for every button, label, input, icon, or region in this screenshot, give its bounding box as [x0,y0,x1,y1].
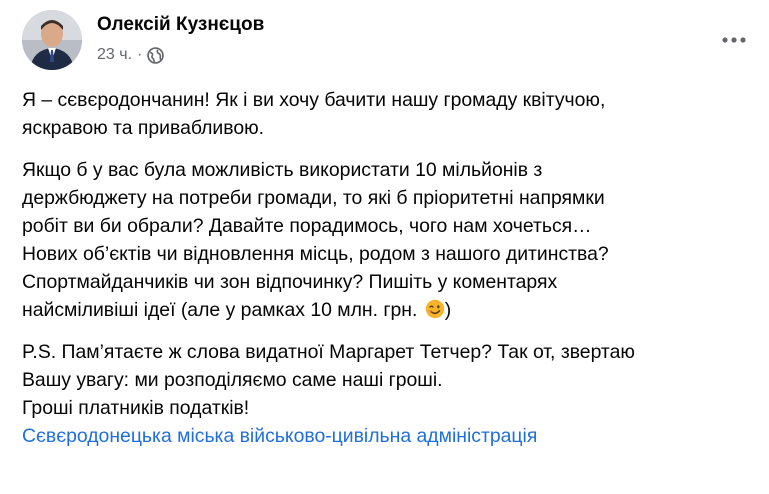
author-name[interactable]: Олексій Кузнєцов [97,14,264,36]
paragraph-2: Якщо б у вас була можливість використати… [22,156,757,324]
post-header: Олексій Кузнєцов 23 ч. · [22,10,752,76]
avatar-photo [22,10,82,70]
text-line: Спортмайданчиків чи зон відпочинку? Пиші… [22,271,558,293]
post-body: Я – сєвєродончанин! Як і ви хочу бачити … [22,86,757,450]
post-meta: 23 ч. · [97,46,165,64]
post-timestamp[interactable]: 23 ч. [97,46,132,64]
text-line: Вашу увагу: ми розподіляємо саме наші гр… [22,369,443,391]
text-segment: ) [444,299,452,321]
text-line: Я – сєвєродончанин! Як і ви хочу бачити … [22,89,606,111]
paragraph-1: Я – сєвєродончанин! Як і ви хочу бачити … [22,86,757,142]
text-line: робіт ви би обрали? Давайте порадимось, … [22,215,592,237]
text-line: Якщо б у вас була можливість використати… [22,159,543,181]
text-line: держбюджету на потреби громади, то які б… [22,187,605,209]
administration-page-link[interactable]: Сєвєродонецька міська військово-цивільна… [22,422,757,450]
globe-icon[interactable] [147,46,165,64]
text-line: Нових об’єктів чи відновлення місць, род… [22,243,609,265]
more-options-icon[interactable] [716,28,752,52]
author-avatar[interactable] [22,10,82,70]
facebook-post: Олексій Кузнєцов 23 ч. · Я – сєвєродонча… [0,0,769,494]
text-line: яскравою та привабливою. [22,117,265,139]
winking-face-icon [425,299,445,319]
text-line: Гроші платників податків! [22,397,250,419]
text-segment: найсміливіші ідеї (але у рамках 10 млн. … [22,299,423,321]
text-line: P.S. Пам’ятаєте ж слова видатної Маргаре… [22,341,635,363]
text-line-with-emoji: найсміливіші ідеї (але у рамках 10 млн. … [22,296,757,324]
paragraph-3: P.S. Пам’ятаєте ж слова видатної Маргаре… [22,338,757,450]
meta-separator: · [137,46,143,63]
